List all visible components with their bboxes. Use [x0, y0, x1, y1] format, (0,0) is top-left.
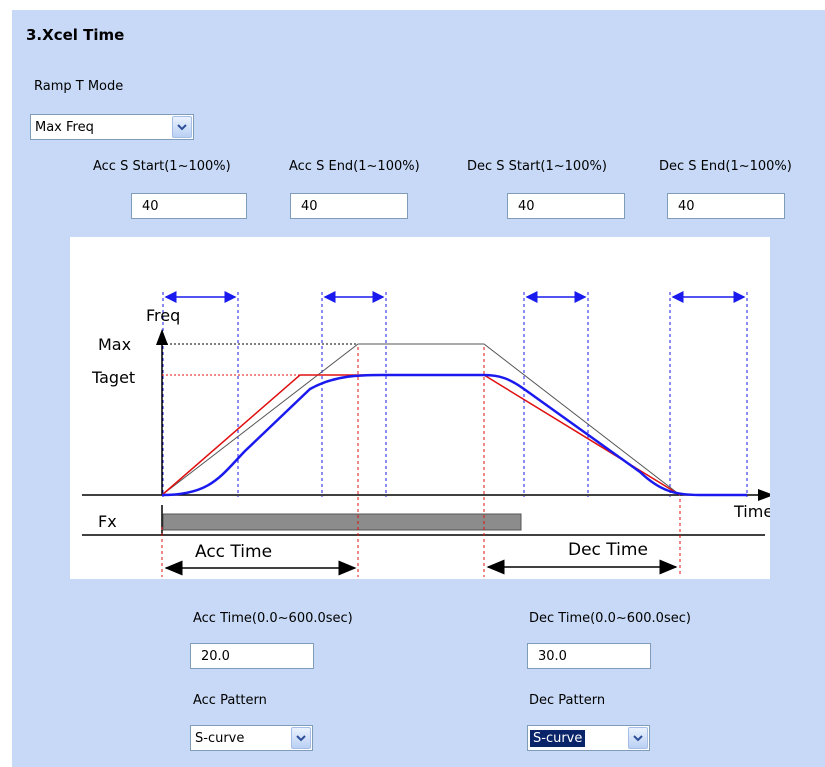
dec-time-label: Dec Time(0.0~600.0sec) [529, 611, 691, 626]
ramp-mode-select[interactable]: Max Freq [30, 114, 194, 140]
xcel-time-diagram: Freq Max Taget Time Fx Acc Time Dec Time [70, 237, 774, 579]
acc-s-end-label: Acc S End(1~100%) [289, 159, 420, 174]
ramp-mode-value: Max Freq [35, 120, 94, 135]
freq-axis-arrow [156, 329, 168, 345]
dec-time-input[interactable]: 30.0 [527, 643, 651, 669]
max-freq-ramp [161, 343, 681, 496]
acc-time-input[interactable]: 20.0 [190, 643, 314, 669]
dec-s-end-label: Dec S End(1~100%) [659, 159, 792, 174]
chevron-down-icon [296, 735, 306, 742]
dec-pattern-label: Dec Pattern [529, 693, 606, 708]
dec-s-end-input[interactable]: 40 [667, 193, 785, 219]
time-label: Time [733, 502, 770, 521]
diagram-svg: Freq Max Taget Time Fx Acc Time Dec Time [82, 291, 774, 577]
chevron-down-icon [633, 735, 643, 742]
dec-pattern-value: S-curve [530, 730, 586, 747]
target-label: Taget [91, 368, 135, 387]
dec-s-start-input[interactable]: 40 [507, 193, 625, 219]
fx-run-bar [162, 513, 522, 531]
max-label: Max [98, 335, 131, 354]
acc-time-diagram-label: Acc Time [195, 542, 272, 562]
time-axis-arrow [758, 489, 774, 501]
dec-s-start-label: Dec S Start(1~100%) [467, 159, 607, 174]
chevron-down-icon [177, 124, 187, 131]
acc-pattern-label: Acc Pattern [193, 693, 267, 708]
acc-s-end-input[interactable]: 40 [290, 193, 408, 219]
section-title: 3.Xcel Time [26, 26, 125, 44]
acc-pattern-dropdown-button[interactable] [291, 727, 311, 749]
dec-pattern-select[interactable]: S-curve [527, 725, 650, 751]
freq-label: Freq [146, 306, 180, 325]
acc-time-label: Acc Time(0.0~600.0sec) [193, 611, 353, 626]
dec-pattern-dropdown-button[interactable] [628, 727, 648, 749]
acc-s-start-input[interactable]: 40 [131, 193, 247, 219]
s-range-guides [162, 292, 748, 497]
s-curve [161, 373, 747, 497]
fx-label: Fx [98, 512, 117, 531]
acc-pattern-select[interactable]: S-curve [190, 725, 313, 751]
acc-s-start-label: Acc S Start(1~100%) [93, 159, 231, 174]
acc-pattern-value: S-curve [195, 731, 245, 746]
dec-time-diagram-label: Dec Time [568, 540, 648, 560]
ramp-mode-dropdown-button[interactable] [172, 116, 192, 138]
ramp-mode-label: Ramp T Mode [34, 79, 124, 94]
